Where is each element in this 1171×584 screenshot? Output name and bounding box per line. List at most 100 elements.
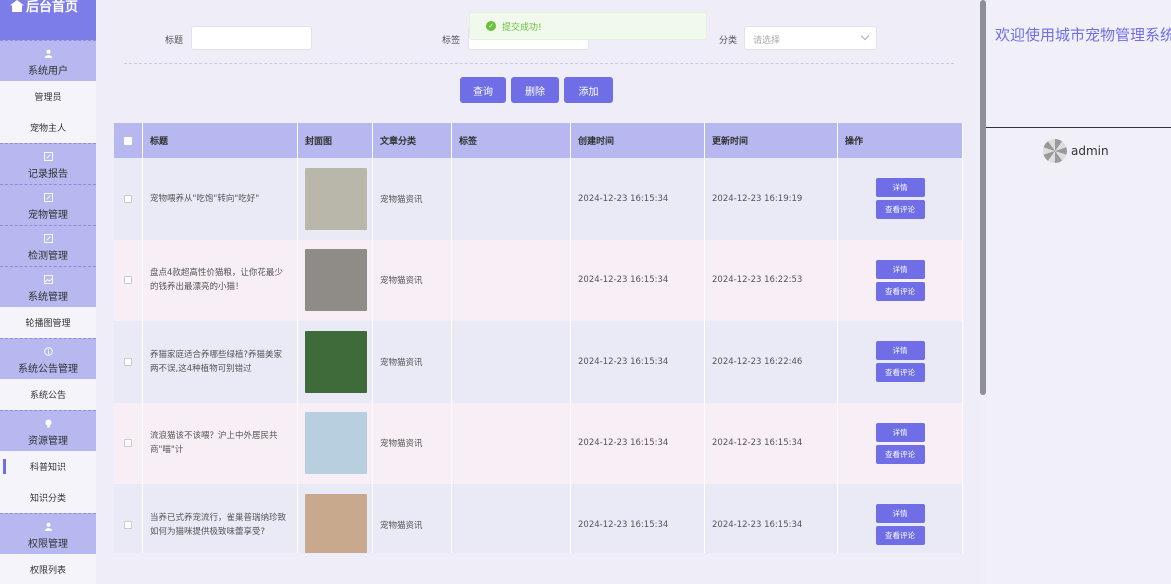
sidebar-item-12[interactable]: 知识分类	[0, 482, 96, 513]
title-cell: 宠物喂养从"吃饱"转向"吃好"	[143, 158, 298, 240]
row-select-cell	[114, 484, 143, 553]
sidebar-menu: 系统用户管理员 宠物主人 记录报告宠物管理检测管理系统管理轮播图管理 系统公告管理 系统…	[0, 40, 96, 584]
header-tag: 标签	[452, 123, 571, 158]
sidebar-item-1[interactable]: 管理员	[0, 81, 96, 112]
toast-message: 提交成功!	[502, 22, 542, 33]
sidebar-group-0[interactable]: 系统用户	[0, 40, 96, 81]
sidebar-group-5[interactable]: 检测管理	[0, 225, 96, 266]
updated-cell: 2024-12-23 16:22:46	[705, 321, 838, 403]
delete-button[interactable]: 删除	[511, 77, 559, 103]
row-checkbox[interactable]	[124, 439, 132, 448]
view-comments-button[interactable]: 查看评论	[875, 526, 925, 546]
view-comments-button[interactable]: 查看评论	[875, 200, 925, 220]
select-all-checkbox[interactable]	[124, 136, 132, 145]
category-filter-select[interactable]: 请选择	[744, 26, 877, 50]
updated-cell: 2024-12-23 16:15:34	[705, 402, 838, 484]
title-cell: 盘点4款超高性价猫粮，让你花最少的钱养出最漂亮的小猫！	[143, 239, 298, 321]
actions-cell: 详情 查看评论	[838, 158, 963, 240]
check-circle-icon: ✓	[486, 21, 496, 31]
filter-divider	[124, 63, 954, 64]
detail-button[interactable]: 详情	[875, 341, 925, 361]
sidebar-group-13[interactable]: 权限管理	[0, 513, 96, 554]
search-button[interactable]: 查询	[460, 77, 506, 103]
main-content: 标题 标签 分类 请选择 ✓ 提交成功! 查询 删除 添加 标题 封面图 文章分…	[96, 0, 980, 584]
article-title: 盘点4款超高性价猫粮，让你花最少的钱养出最漂亮的小猫！	[150, 268, 283, 293]
edit-icon	[43, 152, 53, 161]
detail-button[interactable]: 详情	[875, 178, 925, 198]
sidebar-item-14[interactable]: 权限列表	[0, 554, 96, 584]
view-comments-button[interactable]: 查看评论	[875, 281, 925, 301]
header-title[interactable]: 标题	[143, 123, 298, 158]
category-cell: 宠物猫资讯	[373, 158, 452, 240]
sidebar-item-7[interactable]: 轮播图管理	[0, 307, 96, 338]
row-select-cell	[114, 158, 143, 240]
category-cell: 宠物猫资讯	[373, 484, 452, 553]
picture-icon	[43, 275, 53, 284]
table-row: 养猫家庭适合养哪些绿植?养猫美家两不误,这4种植物可别错过 宠物猫资讯 2024-1…	[114, 321, 963, 403]
updated-cell: 2024-12-23 16:19:19	[705, 158, 838, 240]
brand-home-link[interactable]: 后台首页	[0, 0, 96, 40]
article-title: 宠物喂养从"吃饱"转向"吃好"	[150, 193, 260, 204]
title-cell: 当养已式养宠流行，雀巢普瑞纳珍致如何为猫咪提供极致味蕾享受?	[143, 484, 298, 553]
sidebar-group-label: 资源管理	[28, 436, 68, 447]
cover-image	[305, 167, 367, 230]
created-cell: 2024-12-23 16:15:34	[571, 484, 705, 553]
sidebar-group-label: 系统管理	[28, 292, 68, 303]
actions-cell: 详情 查看评论	[838, 402, 963, 484]
updated-cell: 2024-12-23 16:15:34	[705, 484, 838, 553]
sidebar-group-label: 系统用户	[28, 66, 68, 77]
sidebar-group-label: 宠物管理	[28, 210, 68, 221]
tag-cell	[452, 402, 571, 484]
row-checkbox[interactable]	[124, 357, 132, 366]
edit-icon	[43, 193, 53, 202]
info-icon	[43, 347, 53, 356]
add-button[interactable]: 添加	[564, 77, 613, 103]
row-checkbox[interactable]	[124, 276, 132, 285]
username[interactable]: admin	[1071, 144, 1109, 158]
view-comments-button[interactable]: 查看评论	[875, 444, 925, 464]
cover-image	[305, 249, 367, 312]
select-all-cell	[114, 123, 143, 158]
sidebar-item-11[interactable]: 科普知识	[0, 451, 96, 482]
header-category[interactable]: 文章分类	[373, 123, 452, 158]
row-select-cell	[114, 321, 143, 403]
sidebar-group-8[interactable]: 系统公告管理	[0, 338, 96, 379]
detail-button[interactable]: 详情	[875, 259, 925, 279]
sidebar-group-4[interactable]: 宠物管理	[0, 184, 96, 225]
detail-button[interactable]: 详情	[875, 504, 925, 524]
article-title: 当养已式养宠流行，雀巢普瑞纳珍致如何为猫咪提供极致味蕾享受?	[150, 512, 287, 537]
tag-filter-label: 标签	[442, 36, 461, 46]
category-cell: 宠物猫资讯	[373, 321, 452, 403]
row-checkbox[interactable]	[124, 520, 132, 529]
cover-cell	[298, 321, 373, 403]
title-filter-input[interactable]	[191, 26, 312, 50]
row-checkbox[interactable]	[124, 194, 132, 203]
sidebar-group-label: 权限管理	[28, 539, 68, 550]
view-comments-button[interactable]: 查看评论	[875, 363, 925, 383]
sidebar-group-3[interactable]: 记录报告	[0, 143, 96, 184]
user-icon	[44, 522, 53, 531]
actions-cell: 详情 查看评论	[838, 321, 963, 403]
header-updated[interactable]: 更新时间	[705, 123, 838, 158]
detail-button[interactable]: 详情	[875, 422, 925, 442]
header-created[interactable]: 创建时间	[571, 123, 705, 158]
actions-cell: 详情 查看评论	[838, 484, 963, 553]
category-cell: 宠物猫资讯	[373, 402, 452, 484]
sidebar-item-2[interactable]: 宠物主人	[0, 112, 96, 143]
right-divider	[986, 127, 1171, 128]
avatar[interactable]	[1043, 139, 1067, 163]
title-filter-label: 标题	[165, 36, 184, 46]
sidebar-group-label: 检测管理	[28, 251, 68, 262]
sidebar-group-10[interactable]: 资源管理	[0, 410, 96, 451]
table-row: 盘点4款超高性价猫粮，让你花最少的钱养出最漂亮的小猫！ 宠物猫资讯 2024-12-…	[114, 239, 963, 321]
welcome-text: 欢迎使用城市宠物管理系统	[995, 26, 1171, 44]
category-placeholder: 请选择	[753, 36, 781, 46]
sidebar-item-9[interactable]: 系统公告	[0, 379, 96, 410]
sidebar-group-6[interactable]: 系统管理	[0, 266, 96, 307]
actions-cell: 详情 查看评论	[838, 239, 963, 321]
cover-image	[305, 412, 367, 475]
header-cover: 封面图	[298, 123, 373, 158]
cover-cell	[298, 402, 373, 484]
bulb-icon	[44, 419, 53, 428]
user-icon	[44, 49, 53, 58]
